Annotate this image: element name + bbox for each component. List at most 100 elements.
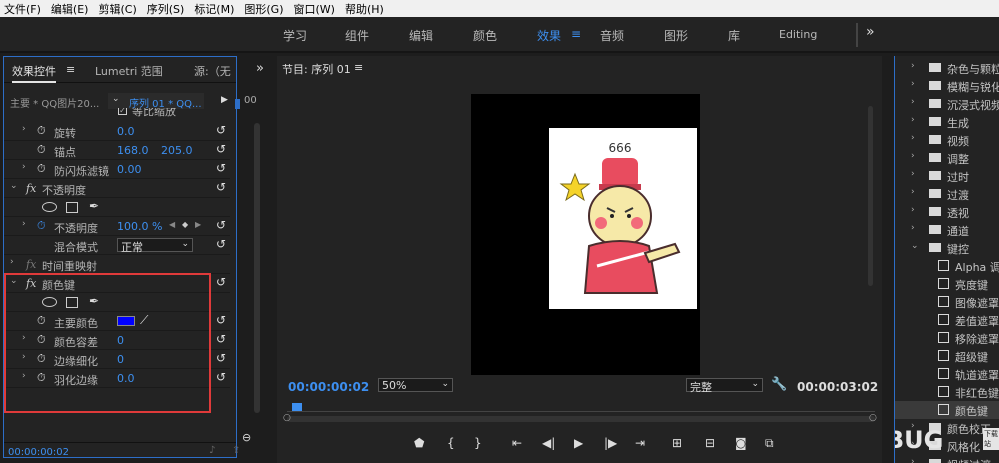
expand-chevron-icon[interactable]: › [911, 133, 915, 143]
export-icon[interactable]: ⇪ [232, 445, 240, 456]
effects-list-item[interactable]: › 调整 [895, 149, 999, 167]
workspace-editing[interactable]: 编辑 [409, 27, 433, 44]
zoom-scrollbar[interactable] [287, 416, 875, 422]
expand-chevron-icon[interactable]: › [911, 457, 915, 463]
menu-file[interactable]: 文件(F) [4, 1, 41, 17]
expand-chevron-icon[interactable]: › [22, 219, 26, 229]
expand-chevron-icon[interactable]: › [22, 162, 26, 172]
anchor-x-value[interactable]: 168.0 [117, 144, 149, 157]
ellipse-mask-icon[interactable] [42, 202, 57, 212]
effects-list-item[interactable]: 移除遮罩 [895, 329, 999, 347]
effects-list-item[interactable]: › 视频 [895, 131, 999, 149]
scrollbar[interactable] [254, 123, 260, 413]
stopwatch-icon[interactable]: ⏱ [37, 143, 46, 157]
reset-icon[interactable]: ↺ [216, 142, 226, 156]
effects-list-item[interactable]: › 杂色与颗粒 [895, 59, 999, 77]
expand-chevron-icon[interactable]: › [911, 115, 915, 125]
rectangle-mask-icon[interactable] [66, 202, 78, 213]
expand-chevron-icon[interactable]: › [911, 223, 915, 233]
menu-markers[interactable]: 标记(M) [194, 1, 234, 17]
workspace-assembly[interactable]: 组件 [345, 27, 369, 44]
menu-help[interactable]: 帮助(H) [345, 1, 384, 17]
playback-resolution-select[interactable]: 完整 ⌄ [686, 378, 763, 394]
current-timecode[interactable]: 00:00:00:02 [288, 380, 369, 394]
time-ruler[interactable] [287, 404, 875, 412]
reset-icon[interactable]: ↺ [216, 161, 226, 175]
reset-icon[interactable]: ↺ [216, 313, 226, 327]
menu-graphics[interactable]: 图形(G) [244, 1, 283, 17]
tab-source[interactable]: 源:（无 [194, 63, 231, 79]
stopwatch-icon[interactable]: ⏱ [37, 162, 46, 176]
blend-mode-select[interactable]: 正常 ⌄ [117, 238, 193, 254]
menu-edit[interactable]: 编辑(E) [51, 1, 89, 17]
video-frame[interactable]: 666 [471, 94, 700, 375]
menu-clip[interactable]: 剪辑(C) [98, 1, 136, 17]
collapse-chevron-icon[interactable]: ⌄ [10, 181, 18, 191]
go-to-out-icon[interactable]: ⇥ [635, 436, 645, 450]
effects-list-item[interactable]: › 生成 [895, 113, 999, 131]
go-to-in-icon[interactable]: ⇤ [512, 436, 522, 450]
play-icon[interactable]: ▶ [574, 436, 583, 450]
monitor-title[interactable]: 节目: 序列 01 [282, 61, 351, 77]
expand-chevron-icon[interactable]: › [911, 97, 915, 107]
effects-list-item[interactable]: 超级键 [895, 347, 999, 365]
workspace-libraries[interactable]: 库 [728, 27, 740, 44]
expand-chevron-icon[interactable]: › [911, 187, 915, 197]
workspace-graphics[interactable]: 图形 [664, 27, 688, 44]
effects-list-item[interactable]: 差值遮罩 [895, 311, 999, 329]
workspace-color[interactable]: 颜色 [473, 27, 497, 44]
extract-icon[interactable]: ⊟ [705, 436, 715, 450]
play-only-icon[interactable]: ▶ [221, 95, 228, 105]
reset-icon[interactable]: ↺ [216, 275, 226, 289]
effects-list-item[interactable]: Alpha 调整 [895, 257, 999, 275]
mark-out-icon[interactable]: } [474, 436, 482, 450]
effects-list-item[interactable]: › 模糊与锐化 [895, 77, 999, 95]
effects-list-item[interactable]: 颜色键 [895, 401, 999, 419]
effects-list-item[interactable]: 轨道遮罩 [895, 365, 999, 383]
workspace-more-icon[interactable]: » [866, 24, 875, 40]
effects-list-item[interactable]: › 通道 [895, 221, 999, 239]
step-forward-icon[interactable]: |▶ [604, 436, 617, 450]
reset-icon[interactable]: ↺ [216, 237, 226, 251]
fx-icon[interactable]: fx [26, 182, 36, 195]
lift-icon[interactable]: ⊞ [672, 436, 682, 450]
uniform-scale-checkbox[interactable]: ✓ [118, 108, 127, 115]
tab-effect-controls[interactable]: 效果控件 [12, 63, 56, 83]
timecode-display[interactable]: 00:00:00:02 [8, 447, 69, 458]
zoom-select[interactable]: 50% ⌄ [378, 378, 453, 392]
expand-chevron-icon[interactable]: › [911, 79, 915, 89]
pen-mask-icon[interactable]: ✒ [89, 199, 99, 213]
monitor-scrollbar[interactable] [868, 106, 873, 286]
reset-icon[interactable]: ↺ [216, 123, 226, 137]
workspace-editing-en[interactable]: Editing [779, 28, 817, 41]
expand-chevron-icon[interactable]: › [911, 205, 915, 215]
stopwatch-icon[interactable]: ⏱ [37, 124, 46, 138]
next-keyframe-icon[interactable]: ▶ [195, 220, 201, 229]
effects-list-item[interactable]: › 透视 [895, 203, 999, 221]
tab-lumetri-scopes[interactable]: Lumetri 范围 [95, 63, 163, 79]
stopwatch-icon[interactable]: ⏱ [37, 219, 46, 233]
zoom-handle-icon[interactable]: ⊖ [242, 431, 251, 444]
effects-list-item[interactable]: 非红色键 [895, 383, 999, 401]
effect-group-opacity[interactable]: ⌄ fx 不透明度 ↺ [4, 179, 230, 198]
expand-chevron-icon[interactable]: › [911, 169, 915, 179]
scroll-start-handle[interactable]: ○ [283, 413, 291, 423]
expand-chevron-icon[interactable]: › [911, 151, 915, 161]
reset-icon[interactable]: ↺ [216, 332, 226, 346]
tab-menu-icon[interactable]: ≡ [66, 63, 75, 76]
prev-keyframe-icon[interactable]: ◀ [169, 220, 175, 229]
monitor-menu-icon[interactable]: ≡ [354, 61, 363, 74]
workspace-audio[interactable]: 音频 [600, 27, 624, 44]
workspace-menu-icon[interactable]: ≡ [571, 27, 581, 41]
audio-icon[interactable]: ♪ [209, 445, 215, 456]
anchor-y-value[interactable]: 205.0 [161, 144, 193, 157]
sequence-clip-selector[interactable]: ⌄ 序列 01 * QQ... [108, 93, 204, 110]
menu-sequence[interactable]: 序列(S) [147, 1, 185, 17]
expand-chevron-icon[interactable]: › [22, 124, 26, 134]
effects-list-item[interactable]: 亮度键 [895, 275, 999, 293]
panel-more-icon[interactable]: » [256, 61, 264, 76]
add-keyframe-icon[interactable]: ◆ [182, 220, 188, 229]
reset-icon[interactable]: ↺ [216, 218, 226, 232]
menu-window[interactable]: 窗口(W) [294, 1, 335, 17]
effects-list-item[interactable]: ⌄ 键控 [895, 239, 999, 257]
